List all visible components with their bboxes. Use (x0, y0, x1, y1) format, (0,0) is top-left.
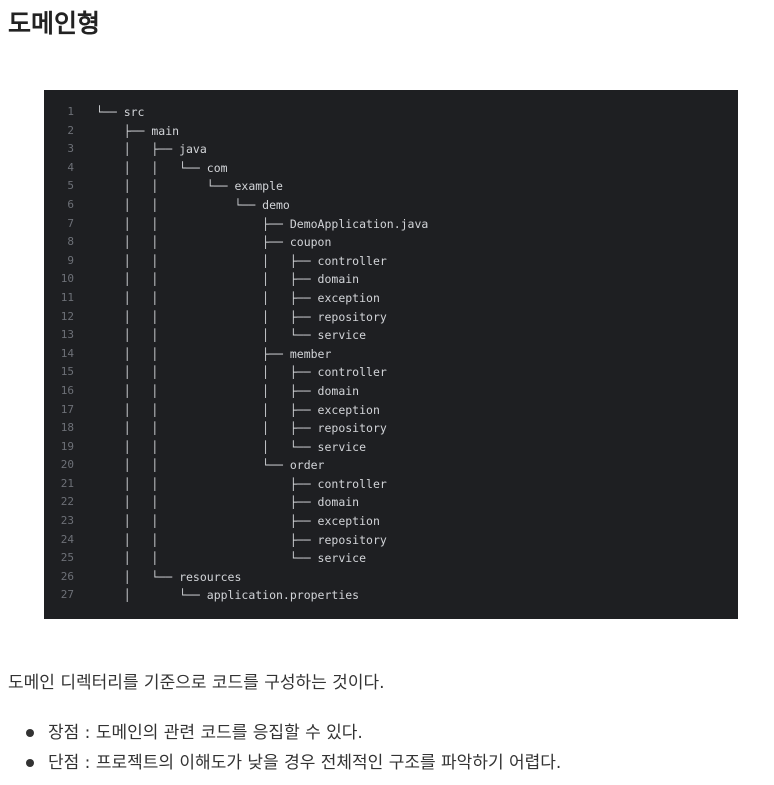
code-text: │ │ ├── DemoApplication.java (96, 216, 429, 231)
code-text: │ │ ├── controller (96, 476, 387, 491)
code-line: 8 │ │ ├── coupon (44, 233, 738, 252)
code-line: 15 │ │ │ ├── controller (44, 363, 738, 382)
line-number: 3 (67, 142, 74, 156)
description-paragraph: 도메인 디렉터리를 기준으로 코드를 구성하는 것이다. (8, 673, 385, 693)
code-text: │ │ └── order (96, 458, 325, 473)
code-text: └── src (96, 105, 145, 119)
code-text: │ │ │ ├── domain (96, 272, 360, 287)
line-number: 10 (60, 272, 74, 286)
line-number: 23 (60, 514, 74, 528)
line-number: 9 (67, 253, 74, 267)
code-line: 24 │ │ ├── repository (44, 531, 738, 550)
code-text: │ │ │ ├── repository (96, 421, 387, 436)
code-line: 13 │ │ │ └── service (44, 326, 738, 345)
line-number: 8 (67, 235, 74, 249)
code-line: 10 │ │ │ ├── domain (44, 270, 738, 289)
pros-text: 장점 : 도메인의 관련 코드를 응집할 수 있다. (48, 723, 363, 743)
code-text: │ │ ├── exception (96, 514, 380, 529)
code-line: 26 │ └── resources (44, 568, 738, 587)
line-number: 26 (60, 569, 74, 583)
code-text: │ ├── java (96, 142, 207, 157)
code-line: 9 │ │ │ ├── controller (44, 252, 738, 271)
code-line: 27 │ └── application.properties (44, 586, 738, 605)
list-item-pros: 장점 : 도메인의 관련 코드를 응집할 수 있다. (24, 718, 561, 748)
code-text: │ │ │ ├── controller (96, 253, 387, 268)
line-number: 4 (67, 160, 74, 174)
code-text: ├── main (96, 123, 180, 138)
code-text: │ │ ├── repository (96, 532, 387, 547)
line-number: 13 (60, 328, 74, 342)
code-text: │ └── resources (96, 569, 242, 584)
code-line: 23 │ │ ├── exception (44, 512, 738, 531)
code-line: 16 │ │ │ ├── domain (44, 382, 738, 401)
line-number: 15 (60, 365, 74, 379)
code-line: 22 │ │ ├── domain (44, 493, 738, 512)
code-text: │ │ ├── domain (96, 495, 360, 510)
code-line: 20 │ │ └── order (44, 456, 738, 475)
line-number: 21 (60, 476, 74, 490)
pros-cons-list: 장점 : 도메인의 관련 코드를 응집할 수 있다. 단점 : 프로젝트의 이해… (24, 718, 561, 778)
code-text: │ │ │ ├── controller (96, 365, 387, 380)
line-number: 1 (67, 105, 74, 118)
list-item-cons: 단점 : 프로젝트의 이해도가 낮을 경우 전체적인 구조를 파악하기 어렵다. (24, 748, 561, 778)
code-line: 2 ├── main (44, 122, 738, 141)
code-text: │ │ └── demo (96, 197, 290, 212)
code-text: │ │ ├── member (96, 346, 332, 361)
code-block: 1 └── src 2 ├── main 3 │ ├── java 4 │ │ └── … (44, 90, 738, 619)
code-line: 12 │ │ │ ├── repository (44, 308, 738, 327)
code-text: │ └── application.properties (96, 588, 360, 603)
code-line: 4 │ │ └── com (44, 159, 738, 178)
line-number: 20 (60, 458, 74, 472)
line-number: 7 (67, 216, 74, 230)
line-number: 27 (60, 588, 74, 602)
line-number: 14 (60, 346, 74, 360)
code-line: 6 │ │ └── demo (44, 196, 738, 215)
code-line: 18 │ │ │ ├── repository (44, 419, 738, 438)
bullet-icon (26, 759, 34, 767)
code-text: │ │ └── com (96, 160, 228, 175)
code-line: 14 │ │ ├── member (44, 345, 738, 364)
code-line: 25 │ │ └── service (44, 549, 738, 568)
code-text: │ │ └── example (96, 179, 283, 194)
code-text: │ │ │ ├── exception (96, 290, 380, 305)
code-text: │ │ ├── coupon (96, 235, 332, 250)
line-number: 2 (67, 123, 74, 137)
line-number: 12 (60, 309, 74, 323)
code-line: 5 │ │ └── example (44, 177, 738, 196)
bullet-icon (26, 729, 34, 737)
line-number: 22 (60, 495, 74, 509)
line-number: 19 (60, 439, 74, 453)
line-number: 16 (60, 383, 74, 397)
code-line: 1 └── src (44, 103, 738, 122)
line-number: 6 (67, 197, 74, 211)
cons-text: 단점 : 프로젝트의 이해도가 낮을 경우 전체적인 구조를 파악하기 어렵다. (48, 753, 562, 773)
code-text: │ │ │ ├── repository (96, 309, 387, 324)
code-text: │ │ │ └── service (96, 439, 367, 454)
code-text: │ │ │ ├── domain (96, 383, 360, 398)
code-line: 19 │ │ │ └── service (44, 438, 738, 457)
line-number: 5 (67, 179, 74, 193)
code-line: 21 │ │ ├── controller (44, 475, 738, 494)
line-number: 11 (60, 290, 74, 304)
code-line: 3 │ ├── java (44, 140, 738, 159)
code-text: │ │ └── service (96, 551, 367, 566)
line-number: 25 (60, 551, 74, 565)
line-number: 17 (60, 402, 74, 416)
line-number: 24 (60, 532, 74, 546)
code-line: 11 │ │ │ ├── exception (44, 289, 738, 308)
line-number: 18 (60, 421, 74, 435)
code-line: 7 │ │ ├── DemoApplication.java (44, 215, 738, 234)
code-line: 17 │ │ │ ├── exception (44, 401, 738, 420)
code-text: │ │ │ ├── exception (96, 402, 380, 417)
code-text: │ │ │ └── service (96, 328, 367, 343)
page-title: 도메인형 (8, 9, 101, 38)
